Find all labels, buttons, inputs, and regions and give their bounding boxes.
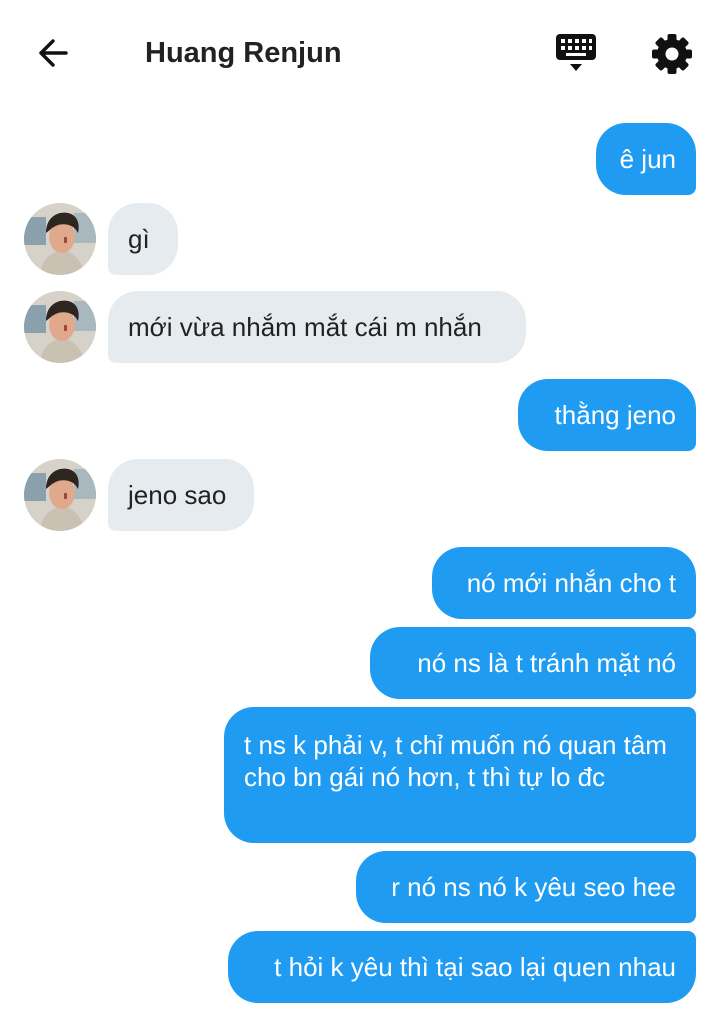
message-text: t ns k phải v, t chỉ muốn nó quan tâm ch… (244, 730, 667, 792)
message-bubble-outgoing[interactable]: nó mới nhắn cho t (432, 547, 696, 619)
settings-button[interactable] (650, 32, 694, 76)
keyboard-icon (556, 34, 596, 71)
message-list[interactable]: ê jun gì mới vừa nhắm mắt cái m nhắn thằ… (0, 106, 720, 1011)
message-bubble-outgoing[interactable]: t hỏi k yêu thì tại sao lại quen nhau (228, 931, 696, 1003)
contact-avatar[interactable] (24, 459, 96, 531)
message-text: ê jun (619, 144, 676, 174)
back-button[interactable] (32, 33, 78, 73)
message-text: mới vừa nhắm mắt cái m nhắn (128, 312, 482, 342)
contact-avatar[interactable] (24, 291, 96, 363)
message-bubble-outgoing[interactable]: ê jun (596, 123, 696, 195)
message-bubble-outgoing[interactable]: r nó ns nó k yêu seo hee (356, 851, 696, 923)
message-bubble-outgoing[interactable]: thằng jeno (518, 379, 696, 451)
message-text: nó ns là t tránh mặt nó (417, 648, 676, 678)
message-text: thằng jeno (554, 400, 676, 430)
gear-icon (652, 34, 692, 74)
message-bubble-incoming[interactable]: jeno sao (108, 459, 254, 531)
keyboard-button[interactable] (553, 30, 599, 76)
chat-header: Huang Renjun (0, 0, 720, 106)
message-bubble-incoming[interactable]: mới vừa nhắm mắt cái m nhắn (108, 291, 526, 363)
arrow-left-icon (39, 39, 68, 67)
message-text: nó mới nhắn cho t (466, 568, 676, 598)
message-bubble-incoming[interactable]: gì (108, 203, 178, 275)
message-text: t hỏi k yêu thì tại sao lại quen nhau (274, 952, 676, 982)
message-text: jeno sao (128, 480, 227, 510)
contact-avatar[interactable] (24, 203, 96, 275)
message-text: r nó ns nó k yêu seo hee (391, 872, 676, 902)
avatar-photo-icon (24, 291, 96, 363)
message-bubble-outgoing[interactable]: t ns k phải v, t chỉ muốn nó quan tâm ch… (224, 707, 696, 843)
contact-name: Huang Renjun (145, 37, 342, 69)
message-text: gì (128, 224, 150, 254)
avatar-photo-icon (24, 459, 96, 531)
avatar-photo-icon (24, 203, 96, 275)
message-bubble-outgoing[interactable]: nó ns là t tránh mặt nó (370, 627, 696, 699)
